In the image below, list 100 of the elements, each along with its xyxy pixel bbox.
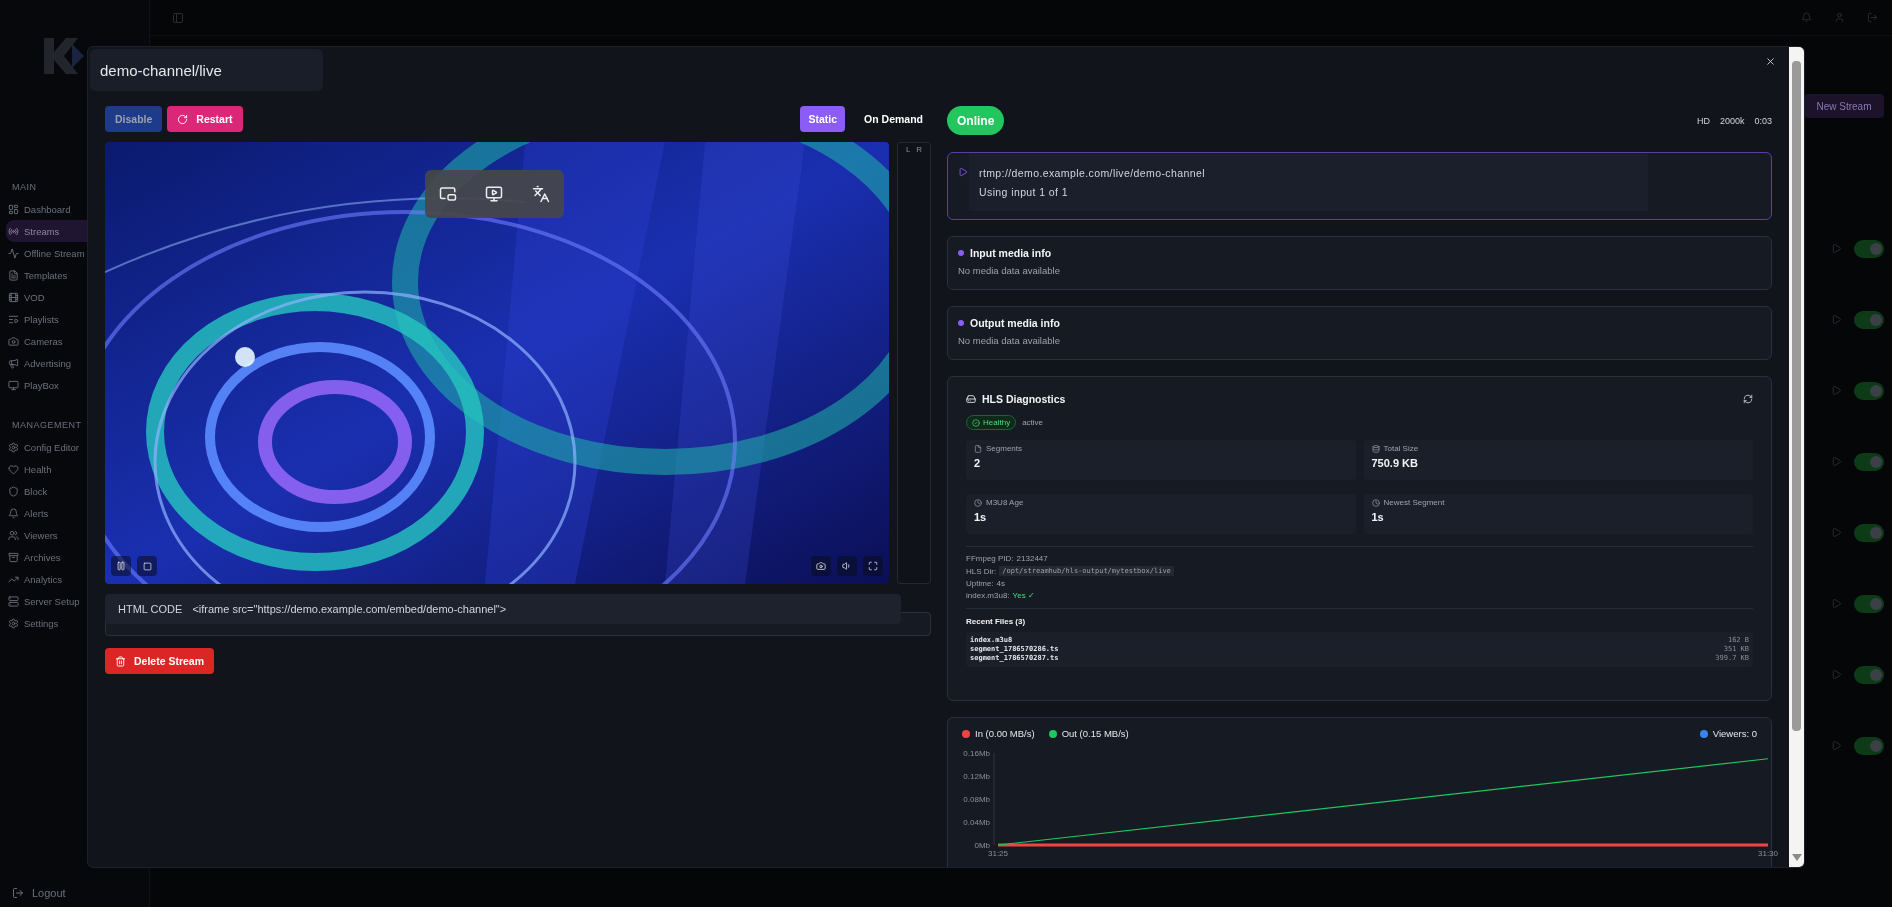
y-tick-label: 0.04Mb [963,818,991,827]
fullscreen-icon [868,561,878,571]
logout-link[interactable]: Logout [6,887,143,899]
stat-label: Segments [986,444,1023,453]
picture-in-picture-icon[interactable] [439,185,458,203]
play-icon[interactable] [1831,456,1842,467]
fullscreen-button[interactable] [863,556,883,576]
bullet-icon [958,250,964,256]
toggle-switch[interactable] [1854,665,1884,684]
sidebar-item[interactable]: Alerts [6,502,143,524]
nav-icon [8,463,19,475]
play-icon[interactable] [958,167,968,177]
embed-label: HTML CODE [118,603,183,615]
info-label: index.m3u8: [966,591,1010,600]
status-badge: Online [947,106,1005,135]
play-icon[interactable] [1831,669,1842,680]
restart-button[interactable]: Restart [167,106,243,132]
sidebar-item[interactable]: Viewers [6,524,143,546]
translate-icon[interactable] [531,185,550,203]
input-note: Using input 1 of 1 [979,185,1069,198]
logo-icon [42,36,86,76]
card-title: Input media info [970,247,1052,259]
nav-icon [8,529,19,541]
scrollbar[interactable] [1789,47,1804,867]
disable-button[interactable]: Disable [105,106,163,132]
card-text: No media data available [958,335,1061,346]
sidebar-item[interactable]: Block [6,480,143,502]
stop-icon [142,561,152,571]
play-icon[interactable] [1831,598,1842,609]
sidebar-item[interactable]: Archives [6,546,143,568]
input-url: rtmp://demo.example.com/live/demo-channel [979,166,1206,179]
x-axis-label: 31:25 [988,849,1008,858]
clock-icon [974,498,982,507]
toggle-switch[interactable] [1854,523,1884,542]
toggle-switch[interactable] [1854,239,1884,258]
sidebar-item[interactable]: PlayBox [6,374,143,396]
toggle-switch[interactable] [1854,736,1884,755]
toggle-switch[interactable] [1854,594,1884,613]
bell-icon[interactable] [1801,12,1812,23]
close-icon[interactable] [1765,56,1776,67]
pause-icon [116,561,126,571]
clock-icon [1371,498,1380,507]
volume-button[interactable] [837,556,857,576]
sidebar-item[interactable]: Templates [6,264,143,286]
legend-label: Out (0.15 MB/s) [1061,728,1129,739]
play-icon[interactable] [1831,243,1842,254]
toggle-switch[interactable] [1854,452,1884,471]
volume-icon [842,561,852,571]
sidebar-item[interactable]: Analytics [6,568,143,590]
nav-icon [8,203,19,215]
nav-icon [8,335,19,347]
bullet-icon [958,320,964,326]
sidebar-item[interactable]: Health [6,458,143,480]
section-heading: MANAGEMENT [11,419,83,432]
mode-tab[interactable]: Static [800,106,846,132]
stat-value: 1s [1371,511,1385,523]
sidebar-item[interactable]: Advertising [6,352,143,374]
nav-icon [8,379,19,391]
stream-meta: HD [1696,115,1710,126]
play-icon[interactable] [1831,314,1842,325]
delete-stream-button[interactable]: Delete Stream [105,648,215,674]
stop-button[interactable] [137,556,157,576]
sidebar-toggle-icon[interactable] [172,11,184,24]
snapshot-button[interactable] [811,556,831,576]
sidebar-item[interactable]: Config Editor [6,436,143,458]
nav-icon [8,225,19,237]
nav-icon [8,269,19,281]
nav-icon [8,485,19,497]
sidebar-item[interactable]: Settings [6,612,143,634]
pause-button[interactable] [111,556,131,576]
info-label: HLS Dir: [966,566,997,576]
camera-icon [816,561,826,571]
stat-label: M3U8 Age [986,498,1024,507]
new-stream-button[interactable]: New Stream [1804,94,1884,118]
logout-icon [12,887,24,899]
sidebar-item[interactable]: VOD [6,286,143,308]
sidebar-item[interactable]: Offline Stream [6,242,143,264]
toggle-switch[interactable] [1854,381,1884,400]
info-label: Uptime: [966,579,994,588]
nav-icon [8,551,19,563]
x-axis-label: 31:30 [1758,849,1778,858]
refresh-icon[interactable] [1743,394,1753,404]
sidebar-item[interactable]: Playlists [6,308,143,330]
user-icon[interactable] [1834,12,1845,23]
screen-play-icon[interactable] [485,185,504,203]
stat-value: 750.9 KB [1371,457,1419,469]
mode-tab[interactable]: On Demand [856,106,931,132]
nav-icon [8,507,19,519]
nav-icon [8,595,19,607]
logout-icon[interactable] [1867,12,1878,23]
y-tick-label: 0Mb [974,841,991,850]
card-title: Output media info [970,317,1060,329]
play-icon[interactable] [1831,740,1842,751]
play-icon[interactable] [1831,527,1842,538]
sidebar-item[interactable]: Cameras [6,330,143,352]
drive-icon [966,394,976,404]
toggle-switch[interactable] [1854,310,1884,329]
sidebar-item[interactable]: Dashboard [6,198,143,220]
play-icon[interactable] [1831,385,1842,396]
legend-label: Viewers: 0 [1712,728,1757,739]
